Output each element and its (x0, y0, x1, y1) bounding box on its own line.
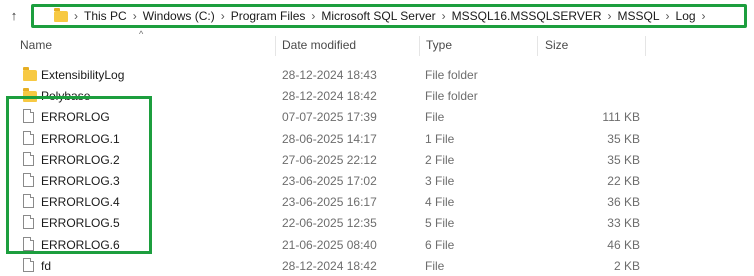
column-header-size[interactable]: Size (545, 38, 568, 52)
breadcrumb-mssql[interactable]: MSSQL (618, 9, 660, 23)
chevron-right-icon: › (74, 9, 78, 23)
address-bar[interactable]: › This PC › Windows (C:) › Program Files… (31, 4, 747, 28)
item-type: File folder (425, 89, 478, 104)
item-type: 1 File (425, 131, 455, 146)
chevron-right-icon[interactable]: › (696, 9, 712, 23)
item-date: 23-06-2025 17:02 (282, 174, 377, 188)
chevron-right-icon: › (132, 9, 137, 23)
folder-icon (54, 7, 68, 22)
item-date: 28-12-2024 18:43 (282, 68, 377, 82)
item-date: 07-07-2025 17:39 (282, 110, 377, 125)
item-size: 22 KB (607, 174, 640, 188)
breadcrumb-mssql16[interactable]: MSSQL16.MSSQLSERVER (452, 9, 602, 23)
sort-up-icon: ^ (139, 29, 144, 39)
item-size: 36 KB (607, 195, 640, 210)
column-header-name[interactable]: Name (20, 38, 52, 52)
up-arrow-icon[interactable]: ↑ (6, 7, 22, 25)
item-type: 3 File (425, 174, 455, 188)
item-type: File (425, 258, 445, 273)
chevron-right-icon: › (220, 9, 225, 23)
item-date: 28-06-2025 14:17 (282, 131, 377, 146)
item-type: 5 File (425, 216, 455, 231)
item-size: 33 KB (607, 216, 640, 231)
item-date: 23-06-2025 16:17 (282, 195, 377, 210)
item-type: 6 File (425, 237, 455, 252)
column-header-type[interactable]: Type (426, 38, 452, 52)
chevron-right-icon: › (311, 9, 316, 23)
item-type: File (425, 110, 445, 125)
breadcrumb-windows-c[interactable]: Windows (C:) (143, 9, 215, 23)
item-size: 35 KB (607, 131, 640, 146)
item-type: File folder (425, 68, 478, 82)
list-item[interactable]: fd 28-12-2024 18:42 File 2 KB (0, 255, 754, 276)
column-divider[interactable] (645, 36, 646, 56)
item-date: 21-06-2025 08:40 (282, 237, 377, 252)
breadcrumb-program-files[interactable]: Program Files (231, 9, 306, 23)
column-divider[interactable] (419, 36, 420, 56)
column-header-date[interactable]: Date modified (282, 38, 356, 52)
address-bar-area: ↑ › This PC › Windows (C:) › Program Fil… (0, 0, 754, 32)
folder-icon (23, 67, 37, 81)
column-divider[interactable] (537, 36, 538, 56)
item-date: 28-12-2024 18:42 (282, 258, 377, 273)
breadcrumb-microsoft-sql-server[interactable]: Microsoft SQL Server (321, 9, 435, 23)
item-size: 2 KB (613, 258, 640, 273)
chevron-right-icon: › (441, 9, 446, 23)
item-name: fd (41, 258, 52, 273)
item-date: 22-06-2025 12:35 (282, 216, 377, 231)
item-date: 27-06-2025 22:12 (282, 152, 377, 167)
item-type: 4 File (425, 195, 455, 210)
item-type: 2 File (425, 152, 455, 167)
chevron-right-icon: › (665, 9, 670, 23)
column-header: ^ Name Date modified Type Size (0, 29, 754, 58)
highlight-box (6, 96, 152, 254)
file-icon (23, 257, 34, 272)
item-size: 111 KB (602, 110, 640, 125)
item-name: ExtensibilityLog (41, 68, 125, 82)
list-item[interactable]: ExtensibilityLog 28-12-2024 18:43 File fol… (0, 64, 754, 85)
breadcrumb-log[interactable]: Log (676, 9, 696, 23)
item-date: 28-12-2024 18:42 (282, 89, 377, 104)
chevron-right-icon: › (607, 9, 612, 23)
item-size: 35 KB (607, 152, 640, 167)
item-size: 46 KB (607, 237, 640, 252)
column-divider[interactable] (275, 36, 276, 56)
breadcrumb-this-pc[interactable]: This PC (84, 9, 127, 23)
